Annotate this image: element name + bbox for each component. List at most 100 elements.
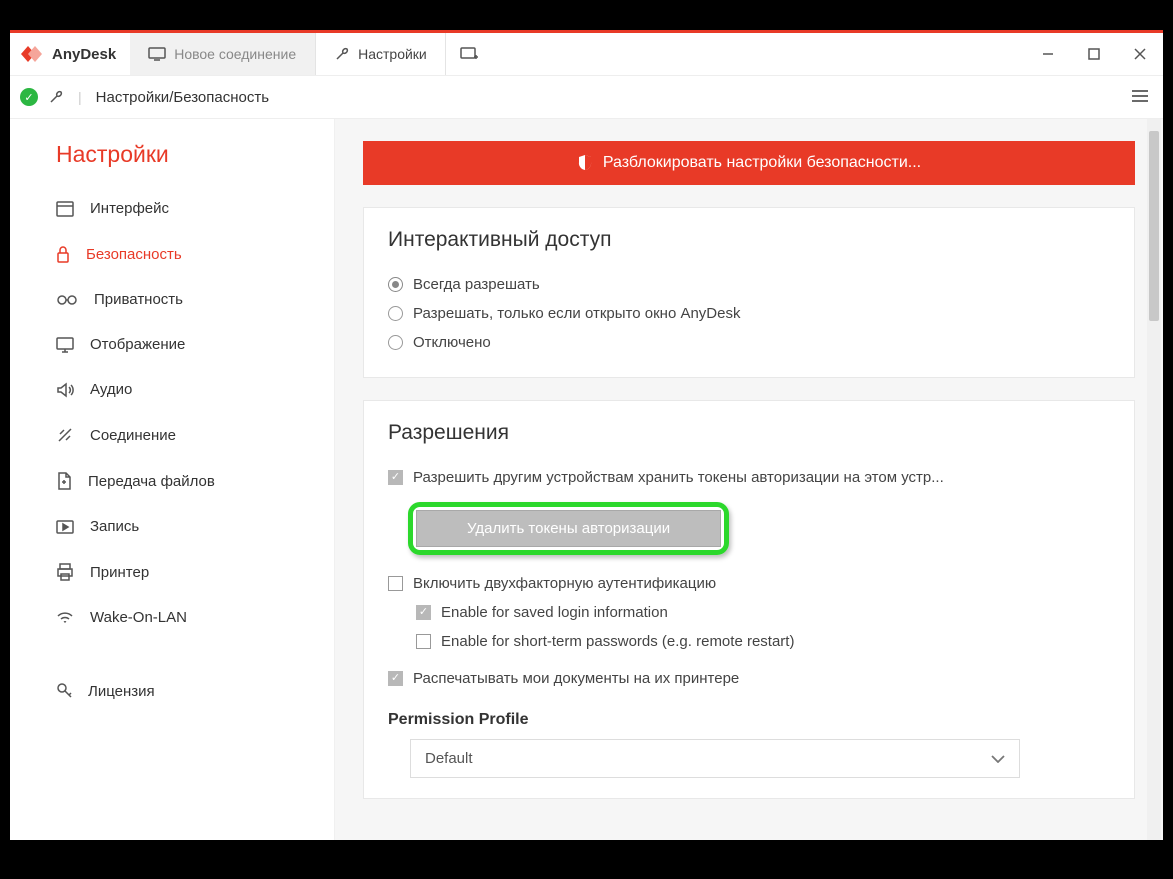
check-2fa[interactable]: Включить двухфакторную аутентификацию <box>388 569 1110 598</box>
wifi-icon <box>56 611 74 625</box>
lock-icon <box>56 245 70 263</box>
sidebar-item-record[interactable]: Запись <box>10 504 334 549</box>
speaker-icon <box>56 382 74 398</box>
sidebar-item-label: Соединение <box>90 427 176 444</box>
radio-label: Всегда разрешать <box>413 276 540 293</box>
sidebar-item-wake-on-lan[interactable]: Wake-On-LAN <box>10 595 334 640</box>
close-button[interactable] <box>1117 33 1163 75</box>
wrench-icon <box>334 46 350 62</box>
check-label: Разрешить другим устройствам хранить ток… <box>413 469 944 486</box>
scrollbar-thumb[interactable] <box>1149 131 1159 321</box>
sidebar-item-label: Интерфейс <box>90 200 169 217</box>
main-content: Разблокировать настройки безопасности...… <box>335 119 1163 840</box>
sidebar-item-label: Wake-On-LAN <box>90 609 187 626</box>
sidebar-item-label: Принтер <box>90 564 149 581</box>
checkbox-icon <box>416 605 431 620</box>
sidebar-item-label: Передача файлов <box>88 473 215 490</box>
scrollbar[interactable] <box>1147 119 1161 840</box>
check-label: Enable for saved login information <box>441 604 668 621</box>
radio-allow-if-window[interactable]: Разрешать, только если открыто окно AnyD… <box>388 299 1110 328</box>
monitor-icon <box>148 47 166 61</box>
check-print-documents[interactable]: Распечатывать мои документы на их принте… <box>388 664 1110 693</box>
plug-icon <box>56 426 74 444</box>
body: Настройки Интерфейс Безопасность Приватн… <box>10 119 1163 840</box>
select-value: Default <box>425 750 473 767</box>
sidebar: Настройки Интерфейс Безопасность Приватн… <box>10 119 335 840</box>
highlight-outline: Удалить токены авторизации <box>408 502 729 555</box>
tab-new-connection[interactable]: Новое соединение <box>130 33 315 75</box>
sidebar-item-printer[interactable]: Принтер <box>10 549 334 595</box>
maximize-button[interactable] <box>1071 33 1117 75</box>
file-icon <box>56 472 72 490</box>
display-icon <box>56 337 74 353</box>
titlebar: AnyDesk Новое соединение Настройки <box>10 33 1163 75</box>
record-icon <box>56 519 74 535</box>
tab-label: Новое соединение <box>174 46 296 62</box>
delete-tokens-button[interactable]: Удалить токены авторизации <box>416 510 721 547</box>
section-title: Интерактивный доступ <box>388 228 1110 252</box>
check-label: Enable for short-term passwords (e.g. re… <box>441 633 794 650</box>
app-name: AnyDesk <box>52 46 116 63</box>
radio-icon <box>388 335 403 350</box>
sidebar-item-display[interactable]: Отображение <box>10 322 334 367</box>
status-ok-icon: ✓ <box>20 88 38 106</box>
radio-disabled[interactable]: Отключено <box>388 328 1110 357</box>
sidebar-item-interface[interactable]: Интерфейс <box>10 186 334 231</box>
check-2fa-short-term[interactable]: Enable for short-term passwords (e.g. re… <box>388 627 1110 656</box>
window-icon <box>56 201 74 217</box>
section-title: Разрешения <box>388 421 1110 445</box>
check-store-tokens[interactable]: Разрешить другим устройствам хранить ток… <box>388 463 1110 492</box>
permission-profile-select[interactable]: Default <box>410 739 1020 778</box>
sidebar-item-license[interactable]: Лицензия <box>10 668 334 714</box>
key-icon <box>56 682 72 700</box>
monitor-plus-icon <box>460 47 478 61</box>
sidebar-item-label: Запись <box>90 518 139 535</box>
tab-settings[interactable]: Настройки <box>315 33 446 75</box>
radio-label: Разрешать, только если открыто окно AnyD… <box>413 305 740 322</box>
sidebar-item-privacy[interactable]: Приватность <box>10 277 334 322</box>
radio-label: Отключено <box>413 334 491 351</box>
radio-icon <box>388 306 403 321</box>
permission-profile-label: Permission Profile <box>388 711 1110 729</box>
app-window: AnyDesk Новое соединение Настройки ✓ | Н… <box>10 30 1163 840</box>
sidebar-item-connection[interactable]: Соединение <box>10 412 334 458</box>
sidebar-item-label: Лицензия <box>88 683 155 700</box>
sidebar-title: Настройки <box>10 141 334 186</box>
sidebar-item-label: Приватность <box>94 291 183 308</box>
radio-always-allow[interactable]: Всегда разрешать <box>388 270 1110 299</box>
radio-icon <box>388 277 403 292</box>
checkbox-icon <box>416 634 431 649</box>
printer-icon <box>56 563 74 581</box>
sidebar-item-label: Отображение <box>90 336 185 353</box>
sidebar-item-security[interactable]: Безопасность <box>10 231 334 277</box>
wrench-icon <box>48 89 64 105</box>
checkbox-icon <box>388 470 403 485</box>
sidebar-item-label: Аудио <box>90 381 132 398</box>
hamburger-icon <box>1131 89 1149 103</box>
toolbar: ✓ | Настройки/Безопасность <box>10 75 1163 119</box>
interactive-access-section: Интерактивный доступ Всегда разрешать Ра… <box>363 207 1135 378</box>
tab-label: Настройки <box>358 46 427 62</box>
check-label: Включить двухфакторную аутентификацию <box>413 575 716 592</box>
minimize-button[interactable] <box>1025 33 1071 75</box>
unlock-label: Разблокировать настройки безопасности... <box>603 154 921 172</box>
glasses-icon <box>56 294 78 306</box>
checkbox-icon <box>388 671 403 686</box>
breadcrumb: Настройки/Безопасность <box>96 89 269 106</box>
checkbox-icon <box>388 576 403 591</box>
sidebar-item-audio[interactable]: Аудио <box>10 367 334 412</box>
menu-button[interactable] <box>1127 85 1153 110</box>
check-label: Распечатывать мои документы на их принте… <box>413 670 739 687</box>
separator: | <box>78 89 82 105</box>
anydesk-logo-icon <box>18 44 44 64</box>
sidebar-item-file-transfer[interactable]: Передача файлов <box>10 458 334 504</box>
app-logo-block: AnyDesk <box>10 33 130 75</box>
tab-add[interactable] <box>446 33 492 75</box>
sidebar-item-label: Безопасность <box>86 246 182 263</box>
check-2fa-saved-login[interactable]: Enable for saved login information <box>388 598 1110 627</box>
permissions-section: Разрешения Разрешить другим устройствам … <box>363 400 1135 799</box>
chevron-down-icon <box>991 755 1005 763</box>
unlock-security-button[interactable]: Разблокировать настройки безопасности... <box>363 141 1135 185</box>
window-controls <box>1025 33 1163 75</box>
shield-icon <box>577 154 593 172</box>
